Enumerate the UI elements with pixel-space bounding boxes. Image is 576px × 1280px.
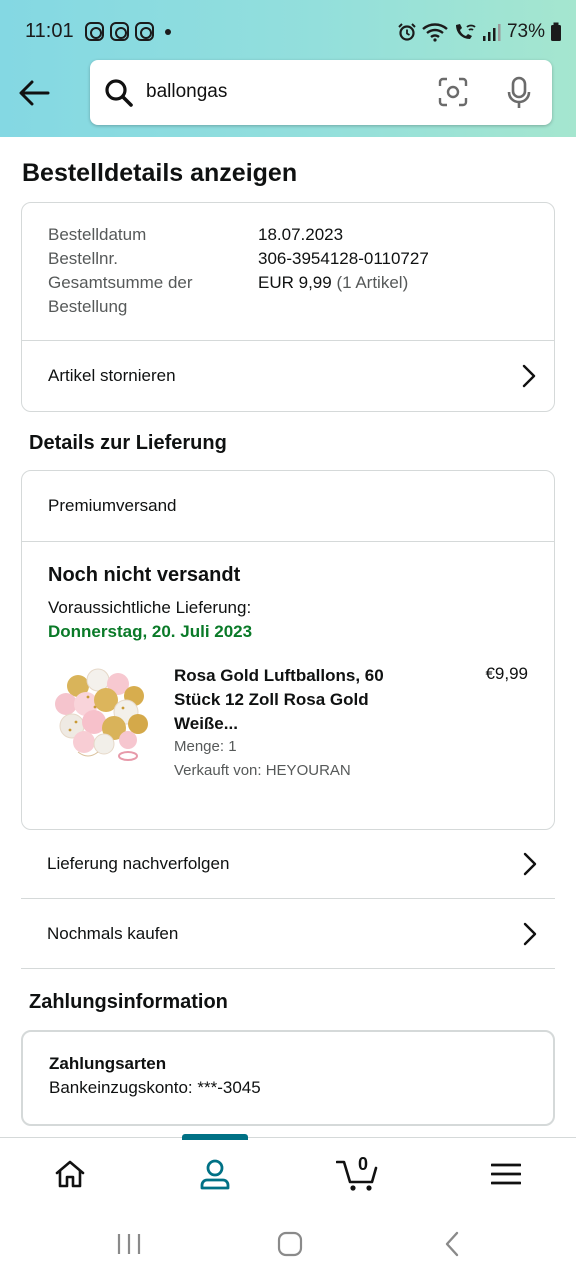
expected-delivery-label: Voraussichtliche Lieferung: <box>48 598 252 617</box>
home-button[interactable] <box>260 1227 320 1261</box>
cancel-items-link[interactable]: Artikel stornieren <box>22 341 554 411</box>
bottom-navigation: 0 <box>0 1134 576 1210</box>
payment-heading: Zahlungsinformation <box>29 991 228 1013</box>
delivery-heading: Details zur Lieferung <box>29 432 227 454</box>
system-back-button[interactable] <box>422 1227 482 1261</box>
nav-account[interactable] <box>175 1138 255 1210</box>
hamburger-menu-icon <box>491 1163 521 1185</box>
status-time: 11:01 <box>25 20 74 42</box>
camera-scan-icon[interactable] <box>438 77 468 107</box>
product-quantity: Menge: 1 <box>174 738 237 755</box>
instagram-icon <box>135 22 154 41</box>
order-details-content: Bestelldetails anzeigen Bestelldatum 18.… <box>0 137 576 1137</box>
expected-delivery-date: Donnerstag, 20. Juli 2023 <box>48 622 253 641</box>
nav-menu[interactable] <box>466 1138 546 1210</box>
payment-method-value: Bankeinzugskonto: ***-3045 <box>49 1078 261 1097</box>
product-image[interactable] <box>48 662 152 766</box>
order-number-label: Bestellnr. <box>48 249 118 268</box>
search-input[interactable] <box>146 77 416 107</box>
home-icon <box>55 1160 85 1188</box>
shipment-status: Noch nicht versandt <box>48 564 241 586</box>
back-button[interactable] <box>14 75 54 111</box>
system-icons: 73% <box>397 19 562 45</box>
order-number-value: 306-3954128-0110727 <box>258 249 429 268</box>
system-back-icon <box>445 1231 459 1257</box>
order-total-label: Gesamtsumme der Bestellung <box>48 273 193 316</box>
shipment-section: Noch nicht versandt Voraussichtliche Lie… <box>22 542 554 830</box>
chevron-right-icon <box>523 852 537 875</box>
product-price: €9,99 <box>485 664 528 683</box>
cart-count-badge: 0 <box>357 1154 368 1174</box>
order-total-value: EUR 9,99 (1 Artikel) <box>258 271 408 295</box>
order-item-count: (1 Artikel) <box>336 273 409 292</box>
cancel-items-label: Artikel stornieren <box>48 366 176 385</box>
header: 11:01 73% <box>0 0 576 137</box>
payment-method-title: Zahlungsarten <box>49 1054 167 1073</box>
instagram-icon <box>85 22 104 41</box>
recent-apps-icon <box>117 1234 141 1254</box>
track-delivery-label: Lieferung nachverfolgen <box>47 853 230 873</box>
instagram-icon <box>110 22 129 41</box>
signal-icon <box>482 24 501 41</box>
search-bar[interactable] <box>90 60 552 125</box>
shipping-type-label: Premiumversand <box>48 496 177 515</box>
status-bar: 11:01 73% <box>0 0 576 64</box>
battery-percent: 73% <box>506 21 545 42</box>
order-total-amount: EUR 9,99 <box>258 273 332 292</box>
delivery-card: Premiumversand Noch nicht versandt Vorau… <box>21 470 555 830</box>
account-icon <box>200 1159 230 1190</box>
nav-cart[interactable]: 0 <box>318 1138 398 1210</box>
back-arrow-icon <box>19 80 50 106</box>
alarm-icon <box>398 23 416 41</box>
order-date-value: 18.07.2023 <box>258 225 344 244</box>
battery-icon <box>551 22 561 41</box>
notification-dot-icon <box>165 29 171 35</box>
product-title[interactable]: Rosa Gold Luftballons, 60 Stück 12 Zoll … <box>174 664 414 736</box>
search-icon <box>105 79 133 107</box>
home-circle-icon <box>277 1231 303 1257</box>
recent-apps-button[interactable] <box>99 1227 159 1261</box>
shipping-type: Premiumversand <box>22 471 554 541</box>
buy-again-label: Nochmals kaufen <box>47 923 179 943</box>
page-title: Bestelldetails anzeigen <box>22 159 298 187</box>
product-seller: Verkauft von: HEYOURAN <box>174 762 351 779</box>
buy-again-link[interactable]: Nochmals kaufen <box>21 899 555 969</box>
microphone-icon[interactable] <box>506 76 532 110</box>
nav-home[interactable] <box>30 1138 110 1210</box>
order-date-label: Bestelldatum <box>48 225 147 244</box>
wifi-icon <box>422 23 448 42</box>
order-summary-card: Bestelldatum 18.07.2023 Bestellnr. 306-3… <box>21 202 555 412</box>
wifi-call-icon <box>455 24 476 39</box>
payment-card: Zahlungsarten Bankeinzugskonto: ***-3045 <box>21 1030 555 1126</box>
track-delivery-link[interactable]: Lieferung nachverfolgen <box>21 829 555 899</box>
chevron-right-icon <box>523 922 537 945</box>
chevron-right-icon <box>522 364 536 388</box>
system-navigation-bar <box>0 1209 576 1280</box>
